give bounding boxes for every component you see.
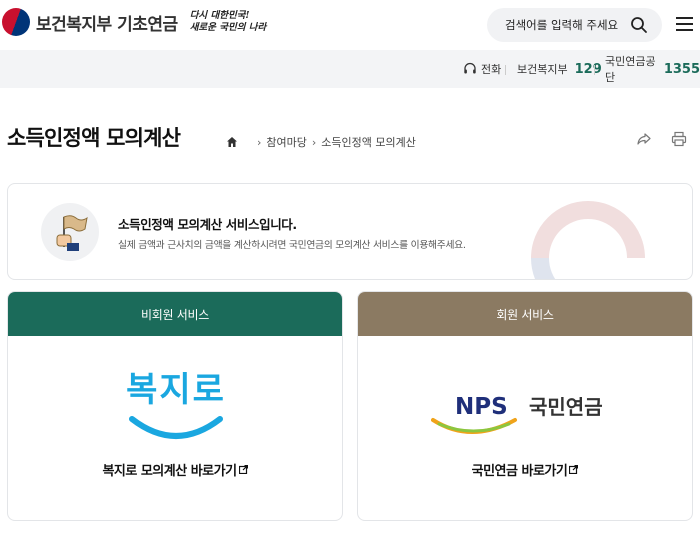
hamburger-menu-icon[interactable] [676, 17, 693, 31]
nps-logo-icon: NPS 국민연금 [431, 394, 603, 434]
nps-logo-text: NPS [455, 394, 508, 420]
org-name: 보건복지부 기초연금 [36, 14, 178, 35]
external-link-icon [569, 465, 579, 474]
slogan: 다시 대한민국! 새로운 국민의 나라 [190, 10, 267, 34]
search-box [487, 8, 662, 42]
contact-number: 129 [574, 61, 602, 77]
slogan-line1: 다시 대한민국! [189, 10, 250, 21]
non-member-card[interactable]: 비회원 서비스 복지로 복지로 모의계산 바로가기 [7, 291, 343, 521]
external-link-icon [238, 465, 248, 474]
contact-name: 보건복지부 [517, 63, 568, 76]
contact-number: 1355 [663, 61, 700, 77]
headset-icon [464, 62, 476, 74]
home-icon[interactable] [226, 136, 238, 148]
bokjiro-link[interactable]: 복지로 모의계산 바로가기 [8, 460, 342, 479]
page-title: 소득인정액 모의계산 [7, 126, 181, 150]
info-description: 실제 금액과 근사치의 금액을 계산하시려면 국민연금의 모의계산 서비스를 이… [118, 240, 466, 251]
contact-name: 국민연금공단 [605, 55, 656, 84]
print-icon[interactable] [671, 131, 687, 147]
phone-label: 전화 [463, 50, 501, 88]
phone-label-text: 전화 [481, 63, 502, 76]
info-box: 소득인정액 모의계산 서비스입니다. 실제 금액과 근사치의 금액을 계산하시려… [7, 183, 693, 280]
contact-nps[interactable]: 국민연금공단 1355 [605, 50, 700, 88]
chevron-right-icon: › [311, 135, 317, 149]
contact-mohw[interactable]: 보건복지부 129 [517, 50, 602, 88]
card-header: 비회원 서비스 [8, 292, 342, 336]
breadcrumb-item[interactable]: 참여마당 [266, 134, 306, 150]
slogan-line2: 새로운 국민의 나라 [189, 22, 267, 33]
member-card[interactable]: 회원 서비스 NPS 국민연금 국민연금 바로가기 [357, 291, 693, 521]
divider [594, 65, 595, 75]
taegeuk-watermark-icon [531, 201, 645, 279]
search-input[interactable] [505, 18, 625, 32]
card-header: 회원 서비스 [358, 292, 692, 336]
bokjiro-link-label: 복지로 모의계산 바로가기 [102, 464, 237, 479]
nps-logo-subtext: 국민연금 [529, 395, 603, 419]
info-illustration [41, 203, 99, 261]
chevron-right-icon: › [257, 135, 262, 149]
site-logo[interactable]: 보건복지부 기초연금 다시 대한민국! 새로운 국민의 나라 [0, 8, 266, 36]
search-icon[interactable] [630, 16, 648, 34]
nps-link-label: 국민연금 바로가기 [471, 464, 568, 479]
breadcrumb: › 참여마당 › 소득인정액 모의계산 [226, 134, 416, 150]
contact-bar: 전화 보건복지부 129 국민연금공단 1355 [0, 50, 700, 88]
breadcrumb-current[interactable]: 소득인정액 모의계산 [321, 134, 416, 150]
share-icon[interactable] [636, 131, 652, 147]
divider [505, 65, 506, 75]
bokjiro-logo-icon: 복지로 [126, 370, 226, 439]
info-title: 소득인정액 모의계산 서비스입니다. [118, 217, 297, 232]
bokjiro-logo-text: 복지로 [126, 370, 226, 410]
flag-hand-icon [56, 215, 88, 251]
government-emblem-icon [2, 8, 30, 36]
site-header: 보건복지부 기초연금 다시 대한민국! 새로운 국민의 나라 [0, 0, 700, 50]
nps-link[interactable]: 국민연금 바로가기 [358, 460, 692, 479]
